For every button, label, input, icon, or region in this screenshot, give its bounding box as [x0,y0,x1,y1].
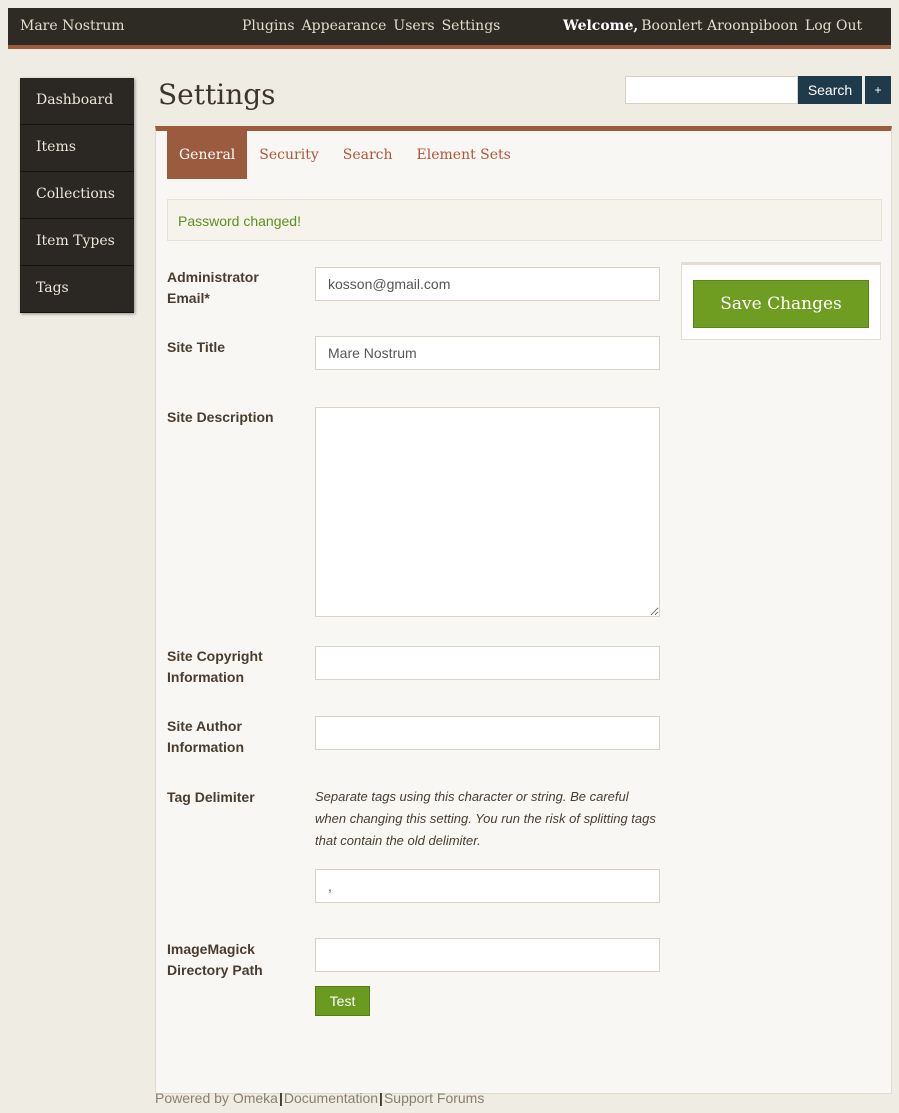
site-description-field[interactable] [315,407,660,617]
sidebar-item-tags[interactable]: Tags [20,266,134,313]
welcome-label: Welcome, [563,18,639,34]
omeka-link[interactable]: Powered by Omeka [155,1090,278,1106]
save-panel: Save Changes [681,262,881,340]
support-forums-link[interactable]: Support Forums [384,1090,484,1106]
tag-delimiter-label: Tag Delimiter [167,789,255,805]
site-description-label: Site Description [167,409,274,425]
top-nav: Plugins Appearance Users Settings [242,18,500,34]
sidebar-item-collections[interactable]: Collections [20,172,134,219]
imagemagick-label: ImageMagick Directory Path [167,941,263,978]
tag-delimiter-help: Separate tags using this character or st… [315,789,656,848]
tag-delimiter-field[interactable] [315,869,660,903]
test-button[interactable]: Test [315,986,370,1016]
site-title-field[interactable] [315,336,660,370]
tab-security[interactable]: Security [247,131,330,179]
tab-search[interactable]: Search [331,131,405,179]
user-name-link[interactable]: Boonlert Aroonpiboon [641,18,798,34]
nav-users[interactable]: Users [393,18,434,34]
success-message: Password changed! [167,199,882,241]
admin-email-label: Administrator Email* [167,269,259,306]
sidebar-item-item-types[interactable]: Item Types [20,219,134,266]
sidebar-item-dashboard[interactable]: Dashboard [20,78,134,125]
author-field[interactable] [315,716,660,750]
advanced-search-button[interactable]: + [865,76,891,104]
save-changes-button[interactable]: Save Changes [693,280,869,328]
tab-element-sets[interactable]: Element Sets [405,131,523,179]
search-button[interactable]: Search [798,76,862,104]
page-title: Settings [158,78,276,111]
imagemagick-path-field[interactable] [315,938,660,972]
logout-link[interactable]: Log Out [805,18,862,34]
footer: Powered by Omeka|Documentation|Support F… [155,1090,484,1106]
nav-appearance[interactable]: Appearance [302,18,387,34]
documentation-link[interactable]: Documentation [284,1090,378,1106]
site-name-link[interactable]: Mare Nostrum [20,18,125,34]
site-title-label: Site Title [167,339,226,355]
sidebar: Dashboard Items Collections Item Types T… [20,78,134,313]
admin-email-field[interactable] [315,267,660,301]
tab-general[interactable]: General [167,131,248,179]
search-input[interactable] [625,76,798,104]
settings-tabs: General Security Search Element Sets [167,131,523,179]
copyright-label: Site Copyright Information [167,648,263,685]
author-label: Site Author Information [167,718,244,755]
nav-plugins[interactable]: Plugins [242,18,295,34]
top-bar: Mare Nostrum Plugins Appearance Users Se… [8,8,891,49]
nav-settings[interactable]: Settings [442,18,501,34]
sidebar-item-items[interactable]: Items [20,125,134,172]
user-area: Welcome, Boonlert Aroonpiboon Log Out [563,18,862,34]
copyright-field[interactable] [315,646,660,680]
